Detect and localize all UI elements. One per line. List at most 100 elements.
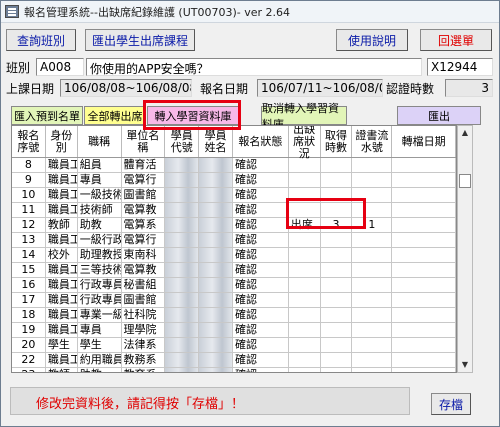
hours-cell[interactable] xyxy=(321,248,353,262)
transfer-date-cell[interactable] xyxy=(392,338,456,352)
cert-no-cell[interactable] xyxy=(352,308,393,322)
attendance-cell[interactable] xyxy=(289,173,321,187)
cancel-learning-tab[interactable]: 取消轉入學習資料庫 xyxy=(261,102,347,131)
import-signup-tab[interactable]: 匯入預到名單 xyxy=(11,106,83,125)
hours-cell[interactable] xyxy=(321,353,353,367)
cert-no-cell[interactable] xyxy=(352,323,393,337)
export-attendance-button[interactable]: 匯出學生出席課程 xyxy=(85,29,195,51)
transfer-date-cell[interactable] xyxy=(392,368,456,372)
table-row[interactable]: 8 職員工 組員 體育活 確認 xyxy=(12,158,456,173)
cert-no-cell[interactable] xyxy=(352,158,393,172)
table-row[interactable]: 22 職員工 約用職員 教務系 確認 xyxy=(12,353,456,368)
table-row[interactable]: 23教師助教教育系 確認 xyxy=(12,368,456,372)
table-row[interactable]: 13 職員工 一級行政 電算行 確認 xyxy=(12,233,456,248)
unit-cell: 圖書館 xyxy=(122,188,166,202)
hours-cell[interactable] xyxy=(321,308,353,322)
attendance-cell[interactable] xyxy=(289,233,321,247)
table-row[interactable]: 20 學生 學生 法律系 確認 xyxy=(12,338,456,353)
cert-no-cell[interactable] xyxy=(352,263,393,277)
attendance-cell[interactable] xyxy=(289,368,321,372)
attendance-cell[interactable] xyxy=(289,338,321,352)
column-header[interactable]: 證書流水號 xyxy=(352,126,393,157)
hours-cell[interactable] xyxy=(321,368,353,372)
export-tab[interactable]: 匯出 xyxy=(397,106,481,125)
app-icon xyxy=(5,5,19,18)
column-header[interactable]: 轉檔日期 xyxy=(392,126,456,157)
back-menu-button[interactable]: 回選單 xyxy=(420,29,492,51)
class-code-field[interactable]: A008 xyxy=(36,58,84,76)
attendance-cell[interactable] xyxy=(289,248,321,262)
cert-no-cell[interactable] xyxy=(352,368,393,372)
transfer-date-cell[interactable] xyxy=(392,218,456,232)
table-row[interactable]: 18 職員工 專業一級 社科院 確認 xyxy=(12,308,456,323)
cert-no-cell[interactable] xyxy=(352,338,393,352)
scroll-thumb[interactable] xyxy=(459,174,471,188)
transfer-date-cell[interactable] xyxy=(392,203,456,217)
scroll-down-icon[interactable]: ▼ xyxy=(460,360,470,370)
column-header[interactable]: 報名狀態 xyxy=(233,126,289,157)
column-header[interactable]: 單位名稱 xyxy=(122,126,166,157)
cert-no-cell[interactable] xyxy=(352,278,393,292)
scroll-up-icon[interactable]: ▲ xyxy=(460,128,470,138)
hours-cell[interactable] xyxy=(321,233,353,247)
column-header[interactable]: 取得時數 xyxy=(321,126,353,157)
cert-no-cell[interactable] xyxy=(352,173,393,187)
transfer-date-cell[interactable] xyxy=(392,353,456,367)
student-id-cell xyxy=(165,323,200,337)
attendance-cell[interactable] xyxy=(289,308,321,322)
transfer-date-cell[interactable] xyxy=(392,248,456,262)
hours-cell[interactable] xyxy=(321,278,353,292)
type-cell: 職員工 xyxy=(47,308,78,322)
help-button[interactable]: 使用說明 xyxy=(336,29,408,51)
cert-no-cell[interactable] xyxy=(352,248,393,262)
transfer-date-cell[interactable] xyxy=(392,293,456,307)
column-header[interactable]: 學員代號 xyxy=(165,126,200,157)
transfer-date-cell[interactable] xyxy=(392,308,456,322)
transfer-date-cell[interactable] xyxy=(392,173,456,187)
table-row[interactable]: 10 職員工 一級技術 圖書館 確認 xyxy=(12,188,456,203)
class-info: 班別 A008 你使用的APP安全嗎？ X12944 上課日期 106/08/0… xyxy=(2,57,498,101)
column-header[interactable]: 出缺席狀況 xyxy=(289,126,321,159)
hours-cell[interactable] xyxy=(321,323,353,337)
class-id-field[interactable]: X12944 xyxy=(427,58,493,76)
attendance-cell[interactable] xyxy=(289,293,321,307)
attendance-cell[interactable] xyxy=(289,278,321,292)
table-row[interactable]: 19 職員工 專員 理學院 確認 xyxy=(12,323,456,338)
table-row[interactable]: 11 職員工 技術師 電算教 確認 xyxy=(12,203,456,218)
column-header[interactable]: 職稱 xyxy=(78,126,122,157)
transfer-date-cell[interactable] xyxy=(392,323,456,337)
table-row[interactable]: 9 職員工 專員 電算行 確認 xyxy=(12,173,456,188)
column-header[interactable]: 報名序號 xyxy=(12,126,46,157)
class-name-field[interactable]: 你使用的APP安全嗎？ xyxy=(86,58,422,76)
vertical-scrollbar[interactable]: ▲ ▼ xyxy=(457,125,473,373)
title-cell: 組員 xyxy=(78,158,122,172)
hours-cell[interactable] xyxy=(321,158,353,172)
transfer-date-cell[interactable] xyxy=(392,233,456,247)
save-button[interactable]: 存檔 xyxy=(431,393,471,415)
transfer-date-cell[interactable] xyxy=(392,188,456,202)
attendance-cell[interactable] xyxy=(289,263,321,277)
hours-cell[interactable] xyxy=(321,263,353,277)
table-row[interactable]: 17 職員工 行政專員 圖書館 確認 xyxy=(12,293,456,308)
table-row[interactable]: 14 校外 助理教授 東南科 確認 xyxy=(12,248,456,263)
seq-cell: 12 xyxy=(12,218,46,232)
transfer-date-cell[interactable] xyxy=(392,158,456,172)
cert-no-cell[interactable] xyxy=(352,293,393,307)
hours-cell[interactable] xyxy=(321,293,353,307)
column-header[interactable]: 學員姓名 xyxy=(199,126,233,157)
attendance-cell[interactable] xyxy=(289,158,321,172)
all-present-tab[interactable]: 全部轉出席 xyxy=(84,106,146,125)
cert-no-cell[interactable] xyxy=(352,233,393,247)
table-row[interactable]: 16 職員工 行政專員 秘書組 確認 xyxy=(12,278,456,293)
cert-no-cell[interactable] xyxy=(352,353,393,367)
table-row[interactable]: 12 教師 助教 電算系 確認 出席 3 1 xyxy=(12,218,456,233)
column-header[interactable]: 身份別 xyxy=(46,126,78,157)
query-class-button[interactable]: 查詢班別 xyxy=(6,29,76,51)
transfer-date-cell[interactable] xyxy=(392,278,456,292)
attendance-cell[interactable] xyxy=(289,353,321,367)
attendance-cell[interactable] xyxy=(289,323,321,337)
table-row[interactable]: 15 職員工 三等技術 電算教 確認 xyxy=(12,263,456,278)
hours-cell[interactable] xyxy=(321,338,353,352)
transfer-date-cell[interactable] xyxy=(392,263,456,277)
hours-cell[interactable] xyxy=(321,173,353,187)
